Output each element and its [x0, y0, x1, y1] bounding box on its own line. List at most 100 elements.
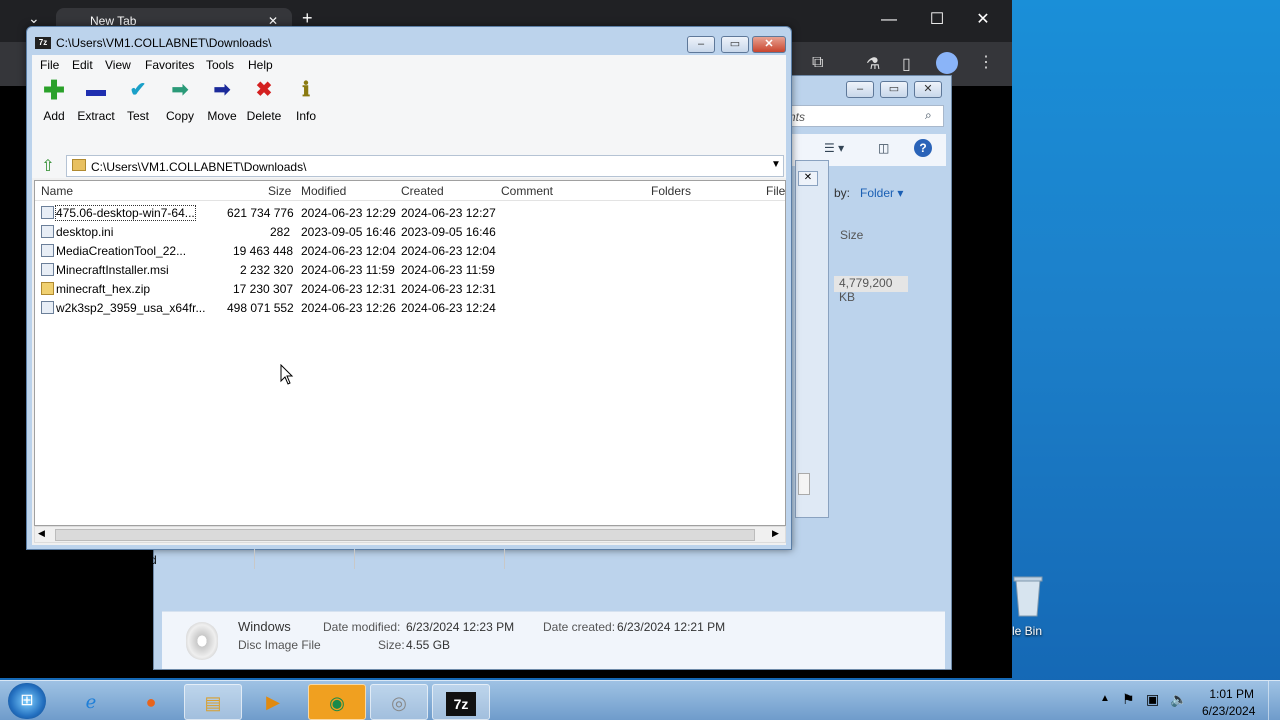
- delete-button[interactable]: ✖ Delete: [242, 79, 286, 123]
- preview-pane-icon[interactable]: ◫: [878, 141, 889, 155]
- arrange-by-dropdown[interactable]: Folder ▾: [860, 186, 903, 200]
- info-label: Info: [295, 109, 316, 123]
- view-options-icon[interactable]: ☰ ▾: [824, 141, 844, 155]
- menu-view[interactable]: View: [105, 58, 131, 72]
- address-input[interactable]: C:\Users\VM1.COLLABNET\Downloads\ ▼: [66, 155, 784, 177]
- menu-favorites[interactable]: Favorites: [145, 58, 194, 72]
- up-folder-icon[interactable]: ⇧: [38, 156, 58, 176]
- explorer-minimize-button[interactable]: –: [846, 81, 874, 98]
- column-size-header[interactable]: Size: [840, 228, 863, 242]
- start-orb-icon[interactable]: ⊞: [8, 683, 46, 719]
- column-comment[interactable]: Comment: [501, 184, 553, 198]
- file-modified: 2024-06-23 12:04: [301, 244, 396, 258]
- dialog-close-button[interactable]: ✕: [798, 171, 818, 186]
- minimize-button[interactable]: –: [687, 36, 715, 53]
- extract-button[interactable]: ▬ Extract: [74, 79, 118, 123]
- scrollbar-thumb[interactable]: [55, 529, 755, 541]
- show-desktop-button[interactable]: [1268, 681, 1280, 720]
- table-row[interactable]: desktop.ini 282 2023-09-05 16:46 2023-09…: [35, 222, 785, 241]
- column-size[interactable]: Size: [268, 184, 291, 198]
- table-row[interactable]: 475.06-desktop-win7-64... 621 734 776 20…: [35, 203, 785, 222]
- move-label: Move: [207, 109, 237, 123]
- restore-button[interactable]: ▭: [721, 36, 749, 53]
- add-label: Add: [43, 109, 65, 123]
- column-folders[interactable]: Folders: [651, 184, 691, 198]
- column-modified[interactable]: Modified: [301, 184, 346, 198]
- column-files[interactable]: File: [766, 184, 785, 198]
- tab-search-chevron-icon[interactable]: ⌄: [28, 10, 40, 27]
- column-created[interactable]: Created: [401, 184, 444, 198]
- chrome-maximize-button[interactable]: ☐: [914, 0, 960, 40]
- dialog-button[interactable]: [798, 473, 810, 495]
- menu-tools[interactable]: Tools: [206, 58, 234, 72]
- labs-icon[interactable]: ⚗: [866, 54, 880, 74]
- explorer-search-box[interactable]: nts ⌕: [784, 105, 944, 127]
- file-size: 498 071 552: [227, 301, 294, 315]
- test-button[interactable]: ✔ Test: [116, 79, 160, 123]
- extensions-icon[interactable]: ⧉: [812, 54, 823, 72]
- network-icon[interactable]: ▣: [1146, 691, 1159, 708]
- address-bar: ⇧ C:\Users\VM1.COLLABNET\Downloads\ ▼: [32, 154, 786, 178]
- extract-icon: ▬: [86, 79, 106, 101]
- sevenzip-app-icon: 7z: [35, 37, 51, 49]
- desktop: { "desktop": { "recycle_bin_label": "le …: [0, 0, 1280, 720]
- copy-button[interactable]: ➡ Copy: [158, 79, 202, 123]
- table-row[interactable]: w2k3sp2_3959_usa_x64fr... 498 071 552 20…: [35, 298, 785, 317]
- file-name: w2k3sp2_3959_usa_x64fr...: [56, 301, 206, 315]
- clock[interactable]: 1:01 PM 6/23/2024: [1202, 687, 1255, 718]
- chrome-menu-icon[interactable]: ⋮: [978, 52, 994, 72]
- properties-dialog: ✕: [795, 160, 829, 518]
- menu-help[interactable]: Help: [248, 58, 273, 72]
- close-button[interactable]: ✕: [752, 36, 786, 53]
- list-header: Name Size Modified Created Comment Folde…: [35, 181, 785, 201]
- status-divider: [354, 549, 355, 569]
- status-divider: [254, 549, 255, 569]
- table-row[interactable]: minecraft_hex.zip 17 230 307 2024-06-23 …: [35, 279, 785, 298]
- recycle-bin-icon[interactable]: [1008, 572, 1048, 618]
- extract-label: Extract: [77, 109, 115, 123]
- search-icon[interactable]: ⌕: [925, 108, 932, 123]
- file-modified: 2024-06-23 12:26: [301, 301, 396, 315]
- scroll-right-icon[interactable]: ▶: [772, 528, 779, 539]
- add-button[interactable]: ✚ Add: [32, 77, 76, 123]
- explorer-close-button[interactable]: ✕: [914, 81, 942, 98]
- zip-file-icon: [41, 282, 54, 295]
- chrome-close-button[interactable]: ✕: [960, 0, 1006, 40]
- profile-avatar-icon[interactable]: [936, 52, 958, 74]
- explorer-maximize-button[interactable]: ▭: [880, 81, 908, 98]
- chrome-minimize-button[interactable]: —: [866, 0, 912, 40]
- help-icon[interactable]: ?: [914, 139, 932, 157]
- volume-muted-icon[interactable]: 🔈: [1170, 691, 1187, 708]
- address-dropdown-icon[interactable]: ▼: [771, 159, 781, 170]
- clock-date: 6/23/2024: [1202, 704, 1256, 718]
- toolbar: ✚ Add ▬ Extract ✔ Test ➡ Copy ➡ Move ✖ D…: [32, 75, 786, 155]
- menu-file[interactable]: File: [40, 58, 59, 72]
- file-explorer-icon[interactable]: ▤: [184, 684, 242, 720]
- recycle-bin-label[interactable]: le Bin: [1012, 624, 1042, 638]
- column-name[interactable]: Name: [41, 184, 73, 198]
- mouse-cursor-icon: [280, 364, 294, 385]
- disc-image-icon[interactable]: ◎: [370, 684, 428, 720]
- chrome-icon[interactable]: ◉: [308, 684, 366, 720]
- table-row[interactable]: MediaCreationTool_22... 19 463 448 2024-…: [35, 241, 785, 260]
- horizontal-scrollbar[interactable]: ◀ ▶: [34, 526, 786, 543]
- delete-label: Delete: [246, 109, 282, 123]
- file-size: 2 232 320: [240, 263, 294, 277]
- info-icon: ℹ: [302, 79, 310, 101]
- action-center-flag-icon[interactable]: ⚑: [1122, 691, 1135, 708]
- file-name: minecraft_hex.zip: [56, 282, 151, 296]
- media-player-icon[interactable]: ▶: [244, 684, 302, 720]
- file-size: 621 734 776: [227, 206, 294, 220]
- show-hidden-icons[interactable]: ▲: [1100, 693, 1110, 704]
- scroll-left-icon[interactable]: ◀: [38, 528, 45, 539]
- info-button[interactable]: ℹ Info: [284, 79, 328, 123]
- move-button[interactable]: ➡ Move: [200, 79, 244, 123]
- side-panel-icon[interactable]: ▯: [902, 54, 911, 74]
- file-name: MediaCreationTool_22...: [56, 244, 187, 258]
- table-row[interactable]: MinecraftInstaller.msi 2 232 320 2024-06…: [35, 260, 785, 279]
- sevenzip-icon[interactable]: 7z: [432, 684, 490, 720]
- internet-explorer-icon[interactable]: ℯ: [62, 684, 120, 720]
- menu-edit[interactable]: Edit: [72, 58, 93, 72]
- detail-created-label: Date created:: [543, 620, 616, 634]
- firefox-icon[interactable]: ●: [122, 684, 180, 720]
